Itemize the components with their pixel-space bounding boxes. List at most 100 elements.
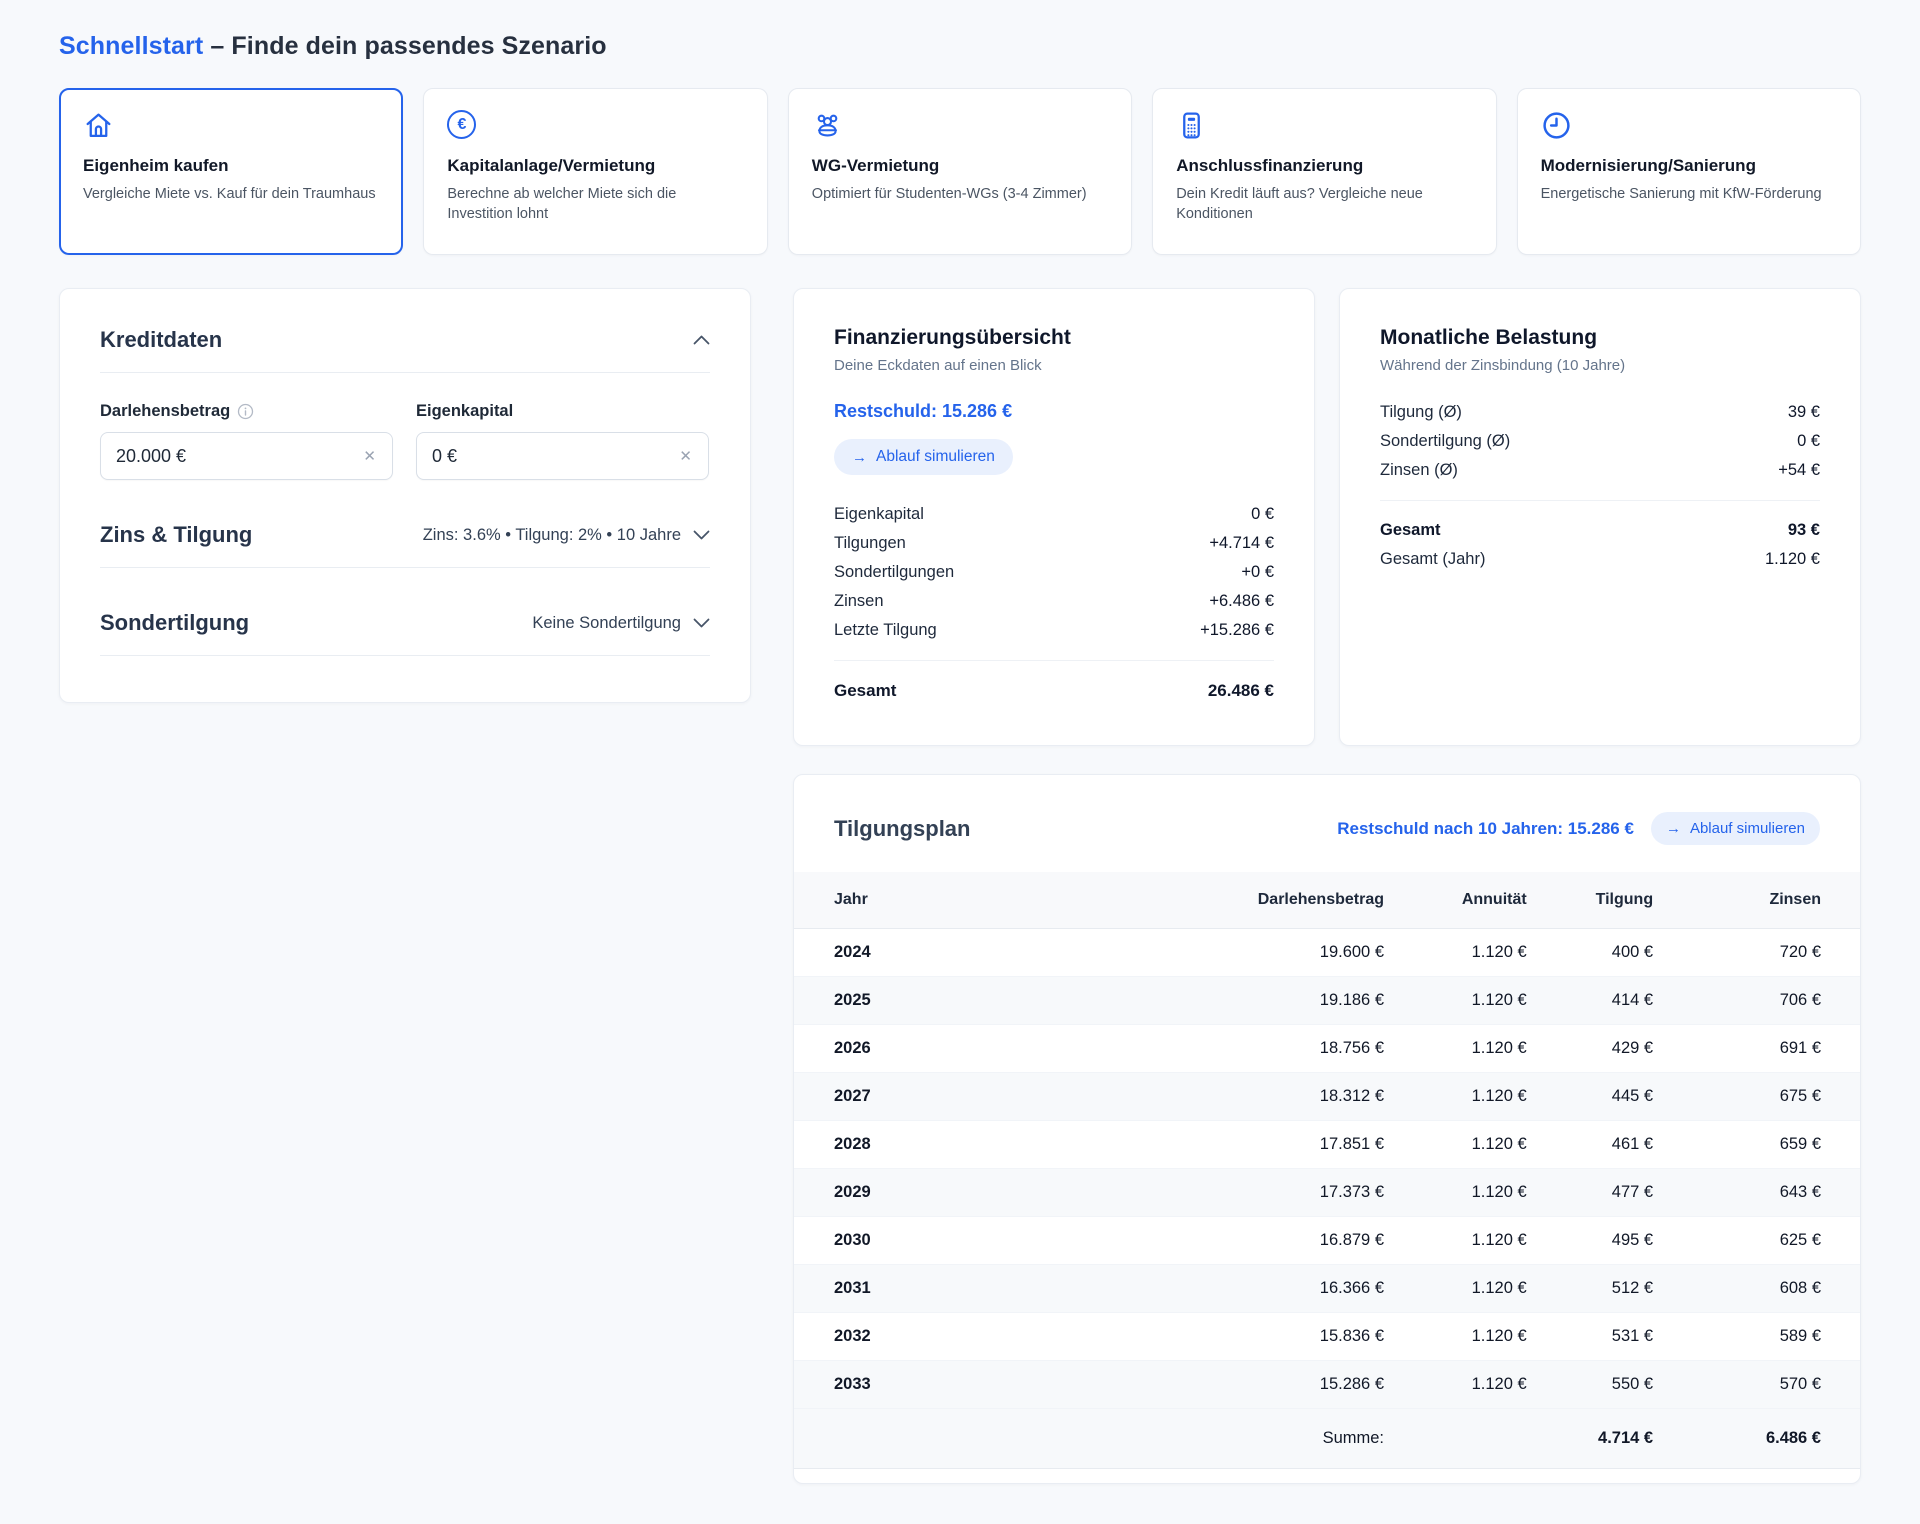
scenario-card-kapitalanlage-vermietung[interactable]: €Kapitalanlage/VermietungBerechne ab wel… (423, 88, 767, 255)
scenario-title: Kapitalanlage/Vermietung (447, 156, 743, 176)
eigenkapital-input[interactable] (432, 446, 642, 467)
scenario-title: Modernisierung/Sanierung (1541, 156, 1837, 176)
table-row-2032: 203215.836 €1.120 €531 €589 € (794, 1313, 1860, 1361)
cell-jahr: 2024 (794, 929, 984, 977)
row-sondertilgungen: Sondertilgungen+0 € (834, 558, 1274, 587)
row-gesamt-jahr-: Gesamt (Jahr)1.120 € (1380, 545, 1820, 574)
tilgungsplan-header: Tilgungsplan Restschuld nach 10 Jahren: … (794, 812, 1860, 845)
cell-jahr: 2026 (794, 1025, 984, 1073)
cell-zinsen: 589 € (1653, 1313, 1860, 1361)
row-label: Tilgungen (834, 529, 906, 558)
table-row-2026: 202618.756 €1.120 €429 €691 € (794, 1025, 1860, 1073)
cell-annuitaet: 1.120 € (1384, 1025, 1527, 1073)
right-column: Finanzierungsübersicht Deine Eckdaten au… (793, 288, 1861, 1484)
darlehensbetrag-clear-icon[interactable]: ✕ (361, 447, 378, 466)
kreditdaten-section-header[interactable]: Kreditdaten (100, 327, 710, 373)
scenario-description: Energetische Sanierung mit KfW-Förderung (1541, 184, 1837, 204)
cell-zinsen: 608 € (1653, 1265, 1860, 1313)
table-body: 202419.600 €1.120 €400 €720 €202519.186 … (794, 929, 1860, 1409)
eigenkapital-clear-icon[interactable]: ✕ (677, 447, 694, 466)
scenario-card-wg-vermietung[interactable]: WG-VermietungOptimiert für Studenten-WGs… (788, 88, 1132, 255)
darlehensbetrag-input-wrapper: ✕ (100, 432, 393, 480)
zins-tilgung-section[interactable]: Zins & Tilgung Zins: 3.6% • Tilgung: 2% … (100, 522, 710, 568)
restschuld-note[interactable]: Restschuld nach 10 Jahren: 15.286 € (1337, 819, 1634, 839)
house-icon (83, 110, 379, 142)
row-label: Zinsen (834, 587, 884, 616)
tilgungsplan-header-right: Restschuld nach 10 Jahren: 15.286 € → Ab… (1337, 812, 1820, 845)
page-title-highlight: Schnellstart (59, 32, 203, 60)
table-row-2033: 203315.286 €1.120 €550 €570 € (794, 1361, 1860, 1409)
table-row-2028: 202817.851 €1.120 €461 €659 € (794, 1121, 1860, 1169)
ablauf-simulieren-button[interactable]: → Ablauf simulieren (1651, 812, 1820, 845)
cell-zinsen: 659 € (1653, 1121, 1860, 1169)
scenario-card-anschlussfinanzierung[interactable]: AnschlussfinanzierungDein Kredit läuft a… (1152, 88, 1496, 255)
cell-jahr: 2032 (794, 1313, 984, 1361)
zins-tilgung-title: Zins & Tilgung (100, 522, 252, 548)
row-zinsen: Zinsen+6.486 € (834, 587, 1274, 616)
cell-darlehensbetrag: 18.312 € (984, 1073, 1384, 1121)
divider (834, 660, 1274, 661)
scenario-card-modernisierung-sanierung[interactable]: Modernisierung/Sanierung Energetische San… (1517, 88, 1861, 255)
column-header-darlehensbetrag: Darlehensbetrag (984, 872, 1384, 929)
monatlich-title: Monatliche Belastung (1380, 326, 1820, 350)
ablauf-simulieren-label: Ablauf simulieren (876, 448, 995, 466)
row-value: 93 € (1788, 516, 1820, 545)
cell-darlehensbetrag: 18.756 € (984, 1025, 1384, 1073)
column-header-annuität: Annuität (1384, 872, 1527, 929)
table-row-2027: 202718.312 €1.120 €445 €675 € (794, 1073, 1860, 1121)
finanzierung-subtitle: Deine Eckdaten auf einen Blick (834, 357, 1274, 374)
eigenkapital-field: Eigenkapital ✕ (416, 402, 709, 480)
cell-darlehensbetrag: 19.186 € (984, 977, 1384, 1025)
row-sondertilgung-: Sondertilgung (Ø)0 € (1380, 427, 1820, 456)
divider (1380, 500, 1820, 501)
finanzierung-total-row: Gesamt 26.486 € (834, 676, 1274, 705)
row-label: Letzte Tilgung (834, 616, 937, 645)
row-label: Sondertilgungen (834, 558, 954, 587)
cell-zinsen: 570 € (1653, 1361, 1860, 1409)
finanzierung-total-value: 26.486 € (1208, 676, 1274, 705)
cell-zinsen: 720 € (1653, 929, 1860, 977)
darlehensbetrag-field: Darlehensbetrag ✕ (100, 402, 393, 480)
sondertilgung-summary-group: Keine Sondertilgung (532, 614, 710, 633)
kredit-fields: Darlehensbetrag ✕ Eigenkapital (100, 402, 710, 480)
row-zinsen-: Zinsen (Ø)+54 € (1380, 456, 1820, 485)
scenario-cards: Eigenheim kaufenVergleiche Miete vs. Kau… (59, 88, 1861, 255)
scenario-card-eigenheim-kaufen[interactable]: Eigenheim kaufenVergleiche Miete vs. Kau… (59, 88, 403, 255)
clock-icon (1541, 110, 1837, 142)
ablauf-simulieren-button[interactable]: → Ablauf simulieren (834, 439, 1013, 475)
row-letzte-tilgung: Letzte Tilgung+15.286 € (834, 616, 1274, 645)
cell-jahr: 2029 (794, 1169, 984, 1217)
info-icon[interactable] (237, 403, 254, 420)
cell-jahr: 2033 (794, 1361, 984, 1409)
cell-tilgung: 550 € (1527, 1361, 1653, 1409)
cell-zinsen: 643 € (1653, 1169, 1860, 1217)
chevron-up-icon[interactable] (693, 335, 710, 345)
sondertilgung-section[interactable]: Sondertilgung Keine Sondertilgung (100, 610, 710, 656)
overview-row: Finanzierungsübersicht Deine Eckdaten au… (793, 288, 1861, 746)
row-label: Zinsen (Ø) (1380, 456, 1458, 485)
darlehensbetrag-input[interactable] (116, 446, 326, 467)
cell-darlehensbetrag: 16.879 € (984, 1217, 1384, 1265)
cell-annuitaet: 1.120 € (1384, 1313, 1527, 1361)
cell-darlehensbetrag: 15.286 € (984, 1361, 1384, 1409)
restschuld-value[interactable]: Restschuld: 15.286 € (834, 401, 1274, 422)
row-gesamt: Gesamt93 € (1380, 516, 1820, 545)
cell-darlehensbetrag: 16.366 € (984, 1265, 1384, 1313)
column-header-tilgung: Tilgung (1527, 872, 1653, 929)
row-value: +4.714 € (1209, 529, 1274, 558)
table-summe-row: Summe:4.714 €6.486 € (794, 1409, 1860, 1469)
cell-darlehensbetrag: 15.836 € (984, 1313, 1384, 1361)
cell-annuitaet: 1.120 € (1384, 1361, 1527, 1409)
chevron-down-icon[interactable] (693, 618, 710, 628)
eigenkapital-label: Eigenkapital (416, 402, 709, 421)
summe-zinsen: 6.486 € (1653, 1409, 1860, 1469)
chevron-down-icon[interactable] (693, 530, 710, 540)
cell-darlehensbetrag: 19.600 € (984, 929, 1384, 977)
table-row-2031: 203116.366 €1.120 €512 €608 € (794, 1265, 1860, 1313)
monatlich-rows: Tilgung (Ø)39 €Sondertilgung (Ø)0 €Zinse… (1380, 398, 1820, 485)
cell-tilgung: 461 € (1527, 1121, 1653, 1169)
table-row-2030: 203016.879 €1.120 €495 €625 € (794, 1217, 1860, 1265)
column-header-jahr: Jahr (794, 872, 984, 929)
scenario-description: Optimiert für Studenten-WGs (3-4 Zimmer) (812, 184, 1108, 204)
row-tilgung-: Tilgung (Ø)39 € (1380, 398, 1820, 427)
